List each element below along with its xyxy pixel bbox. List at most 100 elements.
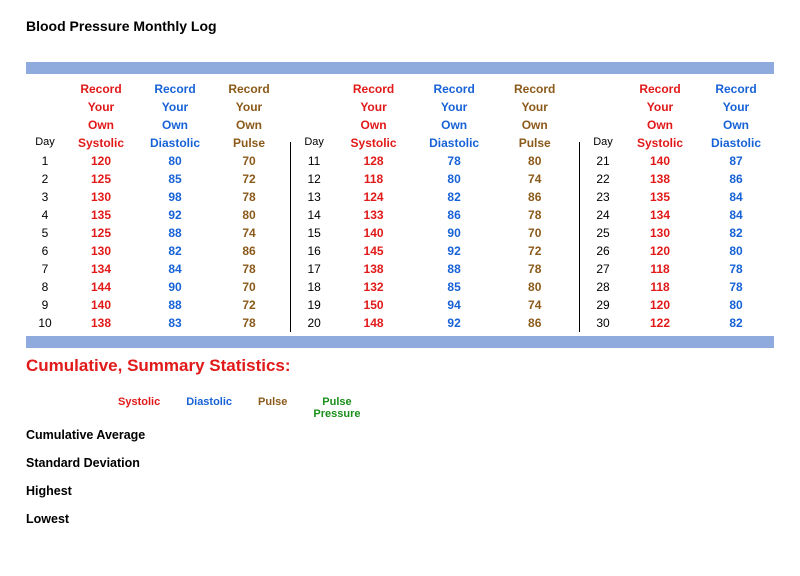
diastolic-cell: 86: [414, 206, 495, 224]
systolic-cell: 125: [64, 170, 138, 188]
diastolic-cell: 82: [698, 224, 774, 242]
diastolic-cell: 86: [698, 170, 774, 188]
pulse-cell: 74: [494, 170, 575, 188]
pulse-cell: 78: [494, 260, 575, 278]
day-cell: 1: [26, 152, 64, 170]
systolic-cell: 145: [333, 242, 414, 260]
diastolic-cell: 88: [138, 296, 212, 314]
diastolic-cell: 92: [414, 314, 495, 332]
systolic-cell: 122: [622, 314, 698, 332]
day-cell: 11: [295, 152, 333, 170]
systolic-cell: 148: [333, 314, 414, 332]
pulse-cell: 80: [212, 206, 286, 224]
systolic-cell: 138: [622, 170, 698, 188]
diastolic-cell: 98: [138, 188, 212, 206]
pulse-cell: 74: [212, 224, 286, 242]
pulse-cell: 70: [494, 224, 575, 242]
systolic-cell: 118: [622, 260, 698, 278]
systolic-cell: 130: [64, 242, 138, 260]
summary-col-diastolic: Diastolic: [186, 396, 232, 420]
systolic-cell: 134: [64, 260, 138, 278]
stat-highest: Highest: [26, 484, 774, 498]
day-cell: 15: [295, 224, 333, 242]
diastolic-cell: 90: [138, 278, 212, 296]
table-row: 201489286: [295, 314, 575, 332]
pulse-cell: 86: [494, 188, 575, 206]
day-cell: 4: [26, 206, 64, 224]
day-cell: 29: [584, 296, 622, 314]
table-row: 191509474: [295, 296, 575, 314]
diastolic-cell: 84: [138, 260, 212, 278]
pulse-cell: 74: [494, 296, 575, 314]
day-cell: 13: [295, 188, 333, 206]
day-cell: 22: [584, 170, 622, 188]
day-cell: 24: [584, 206, 622, 224]
diastolic-cell: 83: [138, 314, 212, 332]
diastolic-cell: 78: [414, 152, 495, 170]
day-cell: 20: [295, 314, 333, 332]
block3-data: 2114087221388623135842413484251308226120…: [584, 152, 774, 332]
page-title: Blood Pressure Monthly Log: [26, 18, 774, 34]
day-cell: 16: [295, 242, 333, 260]
diastolic-cell: 90: [414, 224, 495, 242]
summary-col-systolic: Systolic: [118, 396, 160, 420]
systolic-cell: 144: [64, 278, 138, 296]
pulse-cell: 78: [212, 260, 286, 278]
day-cell: 10: [26, 314, 64, 332]
diastolic-cell: 80: [698, 242, 774, 260]
table-row: 61308286: [26, 242, 286, 260]
summary-column-headers: Systolic Diastolic Pulse PulsePressure: [26, 396, 774, 420]
pulse-cell: 86: [212, 242, 286, 260]
systolic-cell: 128: [333, 152, 414, 170]
systolic-cell: 120: [622, 242, 698, 260]
day-cell: 18: [295, 278, 333, 296]
pulse-cell: 78: [212, 314, 286, 332]
diastolic-cell: 85: [414, 278, 495, 296]
day-cell: 6: [26, 242, 64, 260]
table-row: 2413484: [584, 206, 774, 224]
table-row: 141338678: [295, 206, 575, 224]
day-cell: 30: [584, 314, 622, 332]
diastolic-cell: 78: [698, 278, 774, 296]
stat-standard-deviation: Standard Deviation: [26, 456, 774, 470]
table-row: 131248286: [295, 188, 575, 206]
pulse-cell: 78: [494, 206, 575, 224]
systolic-cell: 134: [622, 206, 698, 224]
table-row: 2811878: [584, 278, 774, 296]
block2-data: 1112878801211880741312482861413386781514…: [295, 152, 575, 332]
systolic-cell: 138: [64, 314, 138, 332]
day-cell: 21: [584, 152, 622, 170]
day-cell: 27: [584, 260, 622, 278]
block-days-11-20: RecordRecordRecord YourYourYour OwnOwnOw…: [295, 80, 575, 332]
diastolic-cell: 88: [414, 260, 495, 278]
day-cell: 5: [26, 224, 64, 242]
systolic-cell: 133: [333, 206, 414, 224]
table-row: 11208070: [26, 152, 286, 170]
table-row: 41359280: [26, 206, 286, 224]
pulse-cell: 70: [212, 278, 286, 296]
systolic-cell: 140: [622, 152, 698, 170]
systolic-cell: 132: [333, 278, 414, 296]
block3-header: RecordRecord YourYour OwnOwn DaySystolic…: [584, 80, 774, 152]
systolic-cell: 120: [622, 296, 698, 314]
diastolic-cell: 80: [698, 296, 774, 314]
diastolic-cell: 80: [414, 170, 495, 188]
diastolic-cell: 92: [138, 206, 212, 224]
day-cell: 23: [584, 188, 622, 206]
table-row: 81449070: [26, 278, 286, 296]
pulse-cell: 78: [212, 188, 286, 206]
pulse-cell: 72: [212, 170, 286, 188]
diastolic-cell: 84: [698, 206, 774, 224]
table-row: 121188074: [295, 170, 575, 188]
systolic-cell: 138: [333, 260, 414, 278]
pulse-cell: 70: [212, 152, 286, 170]
table-row: 2313584: [584, 188, 774, 206]
day-cell: 17: [295, 260, 333, 278]
summary-col-pulse: Pulse: [258, 396, 287, 420]
day-cell: 9: [26, 296, 64, 314]
table-row: 71348478: [26, 260, 286, 278]
diastolic-cell: 87: [698, 152, 774, 170]
separator-2: [579, 142, 580, 332]
systolic-cell: 125: [64, 224, 138, 242]
bottom-blue-bar: [26, 336, 774, 348]
